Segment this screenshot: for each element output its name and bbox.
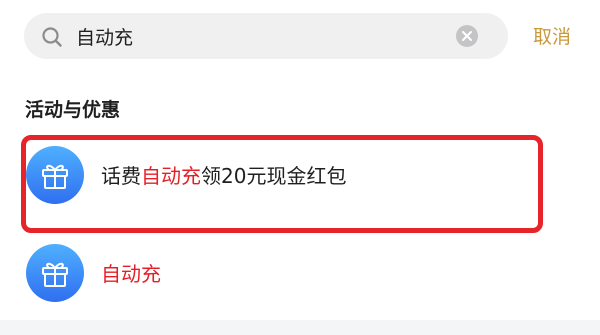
result-item-label: 自动充 bbox=[101, 260, 161, 288]
cancel-button[interactable]: 取消 bbox=[533, 24, 571, 50]
label-suffix: 领20元现金红包 bbox=[201, 164, 347, 188]
section-title: 活动与优惠 bbox=[25, 99, 121, 121]
bottom-divider bbox=[0, 320, 600, 335]
search-bar: 取消 bbox=[0, 0, 600, 72]
result-item-topup-red-packet[interactable]: 话费自动充领20元现金红包 bbox=[0, 135, 600, 233]
clear-icon[interactable] bbox=[456, 25, 478, 47]
gift-icon bbox=[26, 244, 84, 302]
label-highlight: 自动充 bbox=[141, 164, 201, 188]
search-input[interactable] bbox=[76, 13, 466, 59]
label-highlight: 自动充 bbox=[101, 262, 161, 286]
label-prefix: 话费 bbox=[101, 164, 141, 188]
result-item-auto-topup[interactable]: 自动充 bbox=[0, 236, 600, 316]
search-icon bbox=[42, 27, 62, 47]
gift-icon bbox=[26, 146, 84, 204]
result-item-label: 话费自动充领20元现金红包 bbox=[101, 162, 346, 190]
search-box[interactable] bbox=[24, 13, 508, 59]
